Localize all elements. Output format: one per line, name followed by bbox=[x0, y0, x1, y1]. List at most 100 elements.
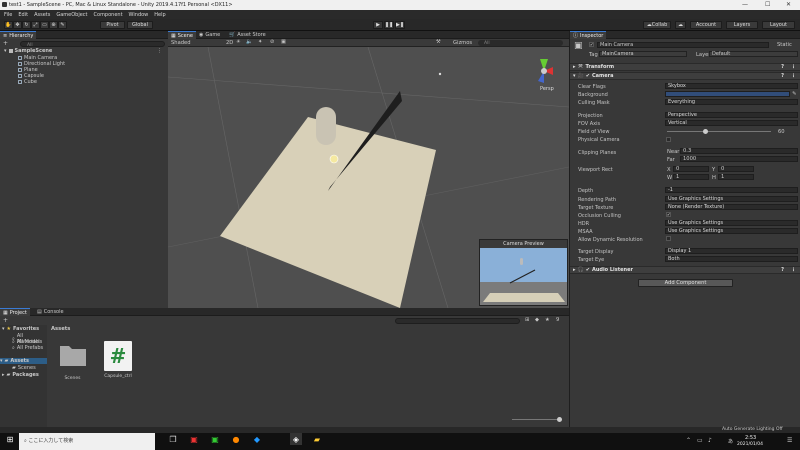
rect-tool-button[interactable]: ▭ bbox=[40, 21, 49, 29]
project-add-button[interactable]: + bbox=[3, 317, 8, 324]
firefox-icon[interactable]: ● bbox=[230, 433, 242, 445]
pause-button[interactable]: ❚❚ bbox=[384, 21, 394, 29]
component-menu-icon[interactable]: ⋮ bbox=[791, 267, 796, 273]
line-app-icon[interactable]: ▣ bbox=[209, 433, 221, 445]
move-tool-button[interactable]: ✥ bbox=[13, 21, 22, 29]
projection-dropdown[interactable]: Perspective bbox=[665, 112, 798, 118]
camera-component-header[interactable]: ▾ 🎥 ✔ Camera ? ⋮ bbox=[570, 72, 800, 80]
shading-dropdown[interactable]: Shaded bbox=[171, 40, 191, 46]
menu-component[interactable]: Component bbox=[94, 12, 123, 18]
tab-scene[interactable]: ▦ Scene bbox=[168, 31, 196, 39]
scenes-folder[interactable]: ▰ Scenes bbox=[12, 365, 36, 371]
add-component-button[interactable]: Add Component bbox=[638, 279, 733, 287]
hierarchy-search-input[interactable]: All bbox=[20, 41, 165, 48]
active-checkbox[interactable]: ✔ bbox=[589, 42, 594, 47]
help-icon[interactable]: ? bbox=[781, 64, 784, 70]
rotate-tool-button[interactable]: ↻ bbox=[22, 21, 31, 29]
vscode-icon[interactable]: ◆ bbox=[251, 433, 263, 445]
unity-taskbar-icon[interactable]: ◈ bbox=[290, 433, 302, 445]
component-menu-icon[interactable]: ⋮ bbox=[791, 73, 796, 79]
tab-inspector[interactable]: ⓘ Inspector bbox=[570, 31, 607, 39]
help-icon[interactable]: ? bbox=[781, 267, 784, 273]
camera-gizmo-icon[interactable] bbox=[438, 72, 442, 76]
transform-component-header[interactable]: ▸ ⤧ Transform ? ⋮ bbox=[570, 63, 800, 71]
slider-thumb[interactable] bbox=[557, 417, 562, 422]
effects-toggle-icon[interactable]: ✦ bbox=[258, 39, 262, 45]
transform-tool-button[interactable]: ⊕ bbox=[49, 21, 58, 29]
close-button[interactable]: ✕ bbox=[786, 1, 791, 8]
step-button[interactable]: ▶❚ bbox=[395, 21, 405, 29]
audio-listener-header[interactable]: ▸ 🎧 ✔ Audio Listener ? ⋮ bbox=[570, 266, 800, 274]
account-dropdown[interactable]: Account bbox=[690, 21, 722, 29]
packages-folder[interactable]: ▸ ▰ Packages bbox=[2, 372, 39, 378]
scene-search-input[interactable]: All bbox=[478, 40, 563, 46]
hidden-objects-icon[interactable]: ⊘ bbox=[270, 39, 274, 45]
windows-start-icon[interactable]: ⊞ bbox=[4, 433, 16, 445]
field-of-view-value[interactable]: 60 bbox=[778, 129, 785, 135]
ime-indicator[interactable]: あ bbox=[728, 438, 733, 445]
menu-file[interactable]: File bbox=[4, 12, 12, 18]
play-button[interactable]: ▶ bbox=[373, 21, 383, 29]
layout-dropdown[interactable]: Layout bbox=[762, 21, 795, 29]
background-color-field[interactable] bbox=[665, 91, 790, 97]
icon-size-slider[interactable] bbox=[512, 417, 562, 422]
favorite-item[interactable]: ⌕ All Prefabs bbox=[12, 345, 43, 351]
tab-hierarchy[interactable]: ≡ Hierarchy bbox=[0, 31, 37, 39]
asset-item-scenes[interactable]: Scenes bbox=[56, 341, 89, 389]
clock-time[interactable]: 2:53 bbox=[745, 435, 756, 441]
tab-game[interactable]: ◉ Game bbox=[196, 31, 223, 39]
tray-chevron-icon[interactable]: ⌃ bbox=[686, 437, 691, 444]
filter-label-icon[interactable]: ◆ bbox=[535, 317, 539, 323]
menu-gameobject[interactable]: GameObject bbox=[56, 12, 87, 18]
far-field[interactable]: 1000 bbox=[680, 156, 798, 162]
collab-button[interactable]: ☁ Collab bbox=[643, 21, 671, 29]
expand-arrow-icon[interactable]: ▾ bbox=[573, 73, 576, 79]
static-toggle[interactable]: Static bbox=[777, 42, 792, 48]
layer-dropdown[interactable]: Default bbox=[709, 51, 798, 57]
culling-mask-dropdown[interactable]: Everything bbox=[665, 99, 798, 105]
tag-dropdown[interactable]: MainCamera bbox=[599, 51, 687, 57]
hierarchy-item-cube[interactable]: Cube bbox=[18, 79, 37, 85]
tab-console[interactable]: ▤ Console bbox=[34, 308, 67, 316]
app-icon[interactable]: ▣ bbox=[188, 433, 200, 445]
audio-toggle-icon[interactable]: 🔈 bbox=[246, 39, 252, 45]
viewport-y-field[interactable]: 0 bbox=[718, 166, 754, 172]
tools-toggle-icon[interactable]: ⚒ bbox=[436, 39, 441, 45]
object-name-field[interactable]: Main Camera bbox=[597, 42, 769, 48]
persp-label[interactable]: Persp bbox=[540, 86, 554, 92]
clock-date[interactable]: 2021/01/04 bbox=[737, 442, 763, 447]
tab-asset-store[interactable]: 🛒 Asset Store bbox=[226, 31, 269, 39]
menu-assets[interactable]: Assets bbox=[34, 12, 50, 18]
hand-tool-button[interactable]: ✋ bbox=[4, 21, 13, 29]
rendering-path-dropdown[interactable]: Use Graphics Settings bbox=[665, 196, 798, 202]
global-toggle[interactable]: Global bbox=[127, 21, 153, 29]
hdr-dropdown[interactable]: Use Graphics Settings bbox=[665, 220, 798, 226]
project-breadcrumb[interactable]: Assets bbox=[51, 326, 70, 332]
favorite-search-icon[interactable]: ★ bbox=[545, 317, 550, 323]
filter-type-icon[interactable]: ⊞ bbox=[525, 317, 529, 323]
scene-menu-icon[interactable]: ⋮ bbox=[157, 48, 162, 54]
orientation-gizmo[interactable] bbox=[538, 59, 553, 83]
component-menu-icon[interactable]: ⋮ bbox=[791, 64, 796, 70]
depth-field[interactable]: -1 bbox=[665, 187, 798, 193]
network-icon[interactable]: ▭ bbox=[697, 437, 703, 444]
occlusion-culling-checkbox[interactable]: ✔ bbox=[666, 212, 671, 217]
maximize-button[interactable]: ☐ bbox=[765, 1, 770, 8]
target-texture-field[interactable]: None (Render Texture) bbox=[665, 204, 798, 210]
project-search-input[interactable] bbox=[395, 318, 520, 324]
pivot-toggle[interactable]: Pivot bbox=[100, 21, 125, 29]
enabled-checkbox[interactable]: ✔ bbox=[586, 267, 590, 273]
physical-camera-checkbox[interactable] bbox=[666, 137, 671, 142]
clear-flags-dropdown[interactable]: Skybox bbox=[665, 83, 798, 89]
expand-arrow-icon[interactable]: ▾ bbox=[0, 358, 3, 364]
eyedropper-icon[interactable]: ✎ bbox=[792, 91, 796, 97]
enabled-checkbox[interactable]: ✔ bbox=[586, 73, 590, 79]
expand-arrow-icon[interactable]: ▾ bbox=[4, 48, 7, 54]
msaa-dropdown[interactable]: Use Graphics Settings bbox=[665, 228, 798, 234]
mode-2d-toggle[interactable]: 2D bbox=[226, 40, 233, 46]
tab-project[interactable]: ▦ Project bbox=[0, 308, 30, 316]
hidden-packages-badge[interactable]: 9 bbox=[556, 317, 559, 323]
notifications-icon[interactable]: ☰ bbox=[787, 437, 792, 444]
hierarchy-add-button[interactable]: + bbox=[3, 40, 8, 47]
favorites-folder[interactable]: ▾ ★ Favorites bbox=[2, 326, 39, 332]
